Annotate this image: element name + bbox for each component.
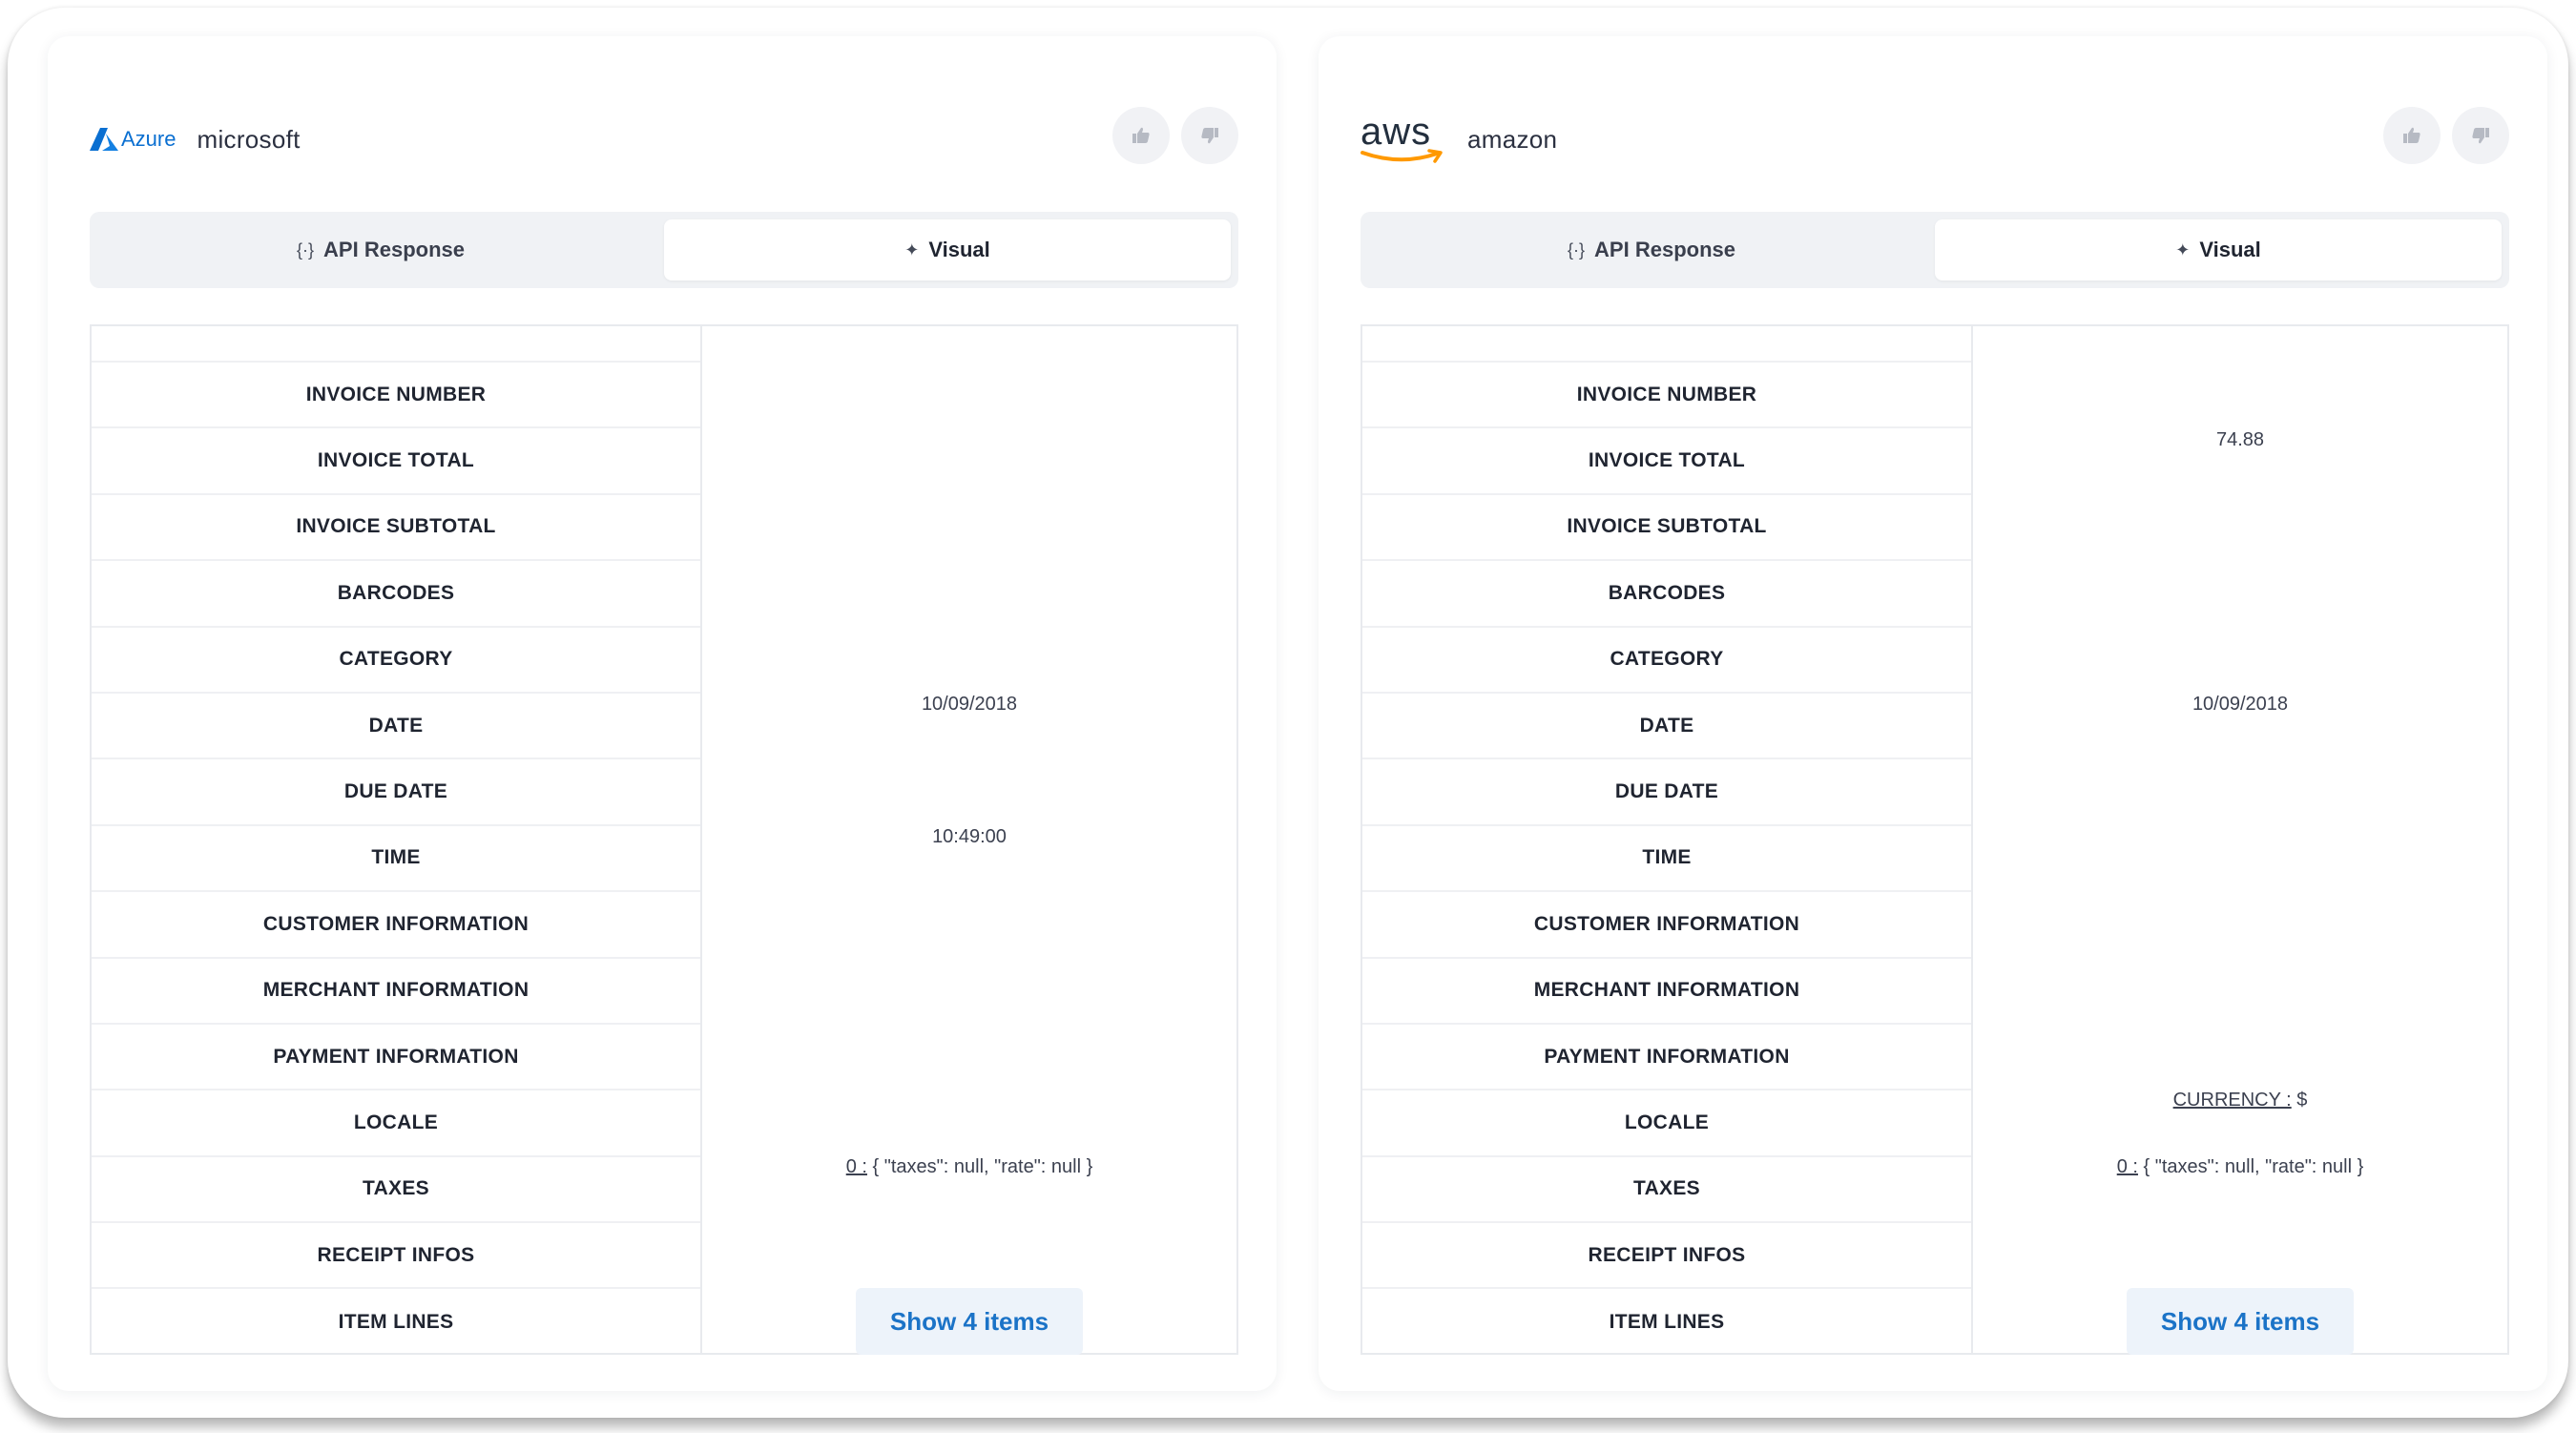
field-time: TIME <box>92 826 700 893</box>
field-taxes: TAXES <box>92 1157 700 1224</box>
tab-label: API Response <box>1594 238 1735 261</box>
field-invoice-number: INVOICE NUMBER <box>92 363 700 429</box>
field-labels: INVOICE NUMBER INVOICE TOTAL INVOICE SUB… <box>1362 326 1973 1353</box>
field-invoice-subtotal: INVOICE SUBTOTAL <box>92 495 700 562</box>
results-table: INVOICE NUMBER INVOICE TOTAL INVOICE SUB… <box>90 324 1238 1355</box>
table-header-spacer <box>1362 326 1971 363</box>
azure-logo-icon <box>90 128 118 151</box>
field-customer-information: CUSTOMER INFORMATION <box>92 892 700 959</box>
field-item-lines: ITEM LINES <box>338 1311 454 1334</box>
field-category: CATEGORY <box>1362 628 1971 694</box>
field-receipt-infos: RECEIPT INFOS <box>1362 1223 1971 1290</box>
field-receipt-infos: RECEIPT INFOS <box>92 1223 700 1290</box>
thumbs-up-icon <box>2403 127 2420 143</box>
field-merchant-information: MERCHANT INFORMATION <box>1362 959 1971 1025</box>
tab-api-response[interactable]: {·} API Response <box>97 219 664 280</box>
show-items-button[interactable]: Show 4 items <box>856 1288 1083 1355</box>
provider-card-amazon: aws amazon {·} API Response ✦ Visual INV… <box>1319 36 2547 1391</box>
field-invoice-number: INVOICE NUMBER <box>1362 363 1971 429</box>
field-payment-information: PAYMENT INFORMATION <box>1362 1025 1971 1091</box>
thumbs-up-button[interactable] <box>1112 107 1170 164</box>
aws-logo: aws <box>1361 111 1446 164</box>
vote-buttons <box>2383 107 2509 164</box>
value-taxes: 0 : { "taxes": null, "rate": null } <box>1973 1156 2507 1178</box>
azure-logo: Azure <box>90 127 176 152</box>
braces-icon: {·} <box>297 239 315 260</box>
taxes-key: 0 : <box>845 1156 867 1177</box>
tab-label: API Response <box>323 238 465 261</box>
thumbs-down-icon <box>1201 128 1218 144</box>
aws-logo-text: aws <box>1361 111 1432 153</box>
field-invoice-total: INVOICE TOTAL <box>1362 428 1971 495</box>
field-locale: LOCALE <box>92 1090 700 1157</box>
thumbs-down-icon <box>2472 128 2489 144</box>
brand: aws amazon <box>1361 111 1558 164</box>
braces-icon: {·} <box>1568 239 1586 260</box>
view-tabs: {·} API Response ✦ Visual <box>1361 212 2509 288</box>
field-barcodes: BARCODES <box>1362 561 1971 628</box>
field-item-lines: ITEM LINES <box>1609 1311 1725 1334</box>
value-locale: CURRENCY : $ <box>1973 1090 2507 1111</box>
field-invoice-total: INVOICE TOTAL <box>92 428 700 495</box>
vote-buttons <box>1112 107 1238 164</box>
field-customer-information: CUSTOMER INFORMATION <box>1362 892 1971 959</box>
field-invoice-subtotal: INVOICE SUBTOTAL <box>1362 495 1971 562</box>
sparkle-icon: ✦ <box>2175 239 2191 260</box>
currency-key: CURRENCY : <box>2172 1090 2292 1111</box>
tab-label: Visual <box>2199 238 2261 261</box>
field-taxes: TAXES <box>1362 1157 1971 1224</box>
thumbs-down-button[interactable] <box>1181 107 1238 164</box>
provider-name: microsoft <box>197 124 301 154</box>
field-time: TIME <box>1362 826 1971 893</box>
provider-card-microsoft: Azure microsoft {·} API Response ✦ Visua… <box>48 36 1277 1391</box>
window-frame: Azure microsoft {·} API Response ✦ Visua… <box>8 8 2568 1418</box>
show-items-button[interactable]: Show 4 items <box>2127 1288 2354 1355</box>
provider-name: amazon <box>1467 124 1558 154</box>
field-payment-information: PAYMENT INFORMATION <box>92 1025 700 1091</box>
field-due-date: DUE DATE <box>92 759 700 826</box>
results-table: INVOICE NUMBER INVOICE TOTAL INVOICE SUB… <box>1361 324 2509 1355</box>
value-time: 10:49:00 <box>932 826 1007 847</box>
aws-smile-icon <box>1361 149 1443 163</box>
view-tabs: {·} API Response ✦ Visual <box>90 212 1238 288</box>
value-taxes: 0 : { "taxes": null, "rate": null } <box>702 1156 1236 1178</box>
tab-visual[interactable]: ✦ Visual <box>664 219 1231 280</box>
field-barcodes: BARCODES <box>92 561 700 628</box>
tab-api-response[interactable]: {·} API Response <box>1368 219 1935 280</box>
card-header: aws amazon <box>1361 74 2509 198</box>
taxes-value: { "taxes": null, "rate": null } <box>872 1156 1093 1177</box>
field-merchant-information: MERCHANT INFORMATION <box>92 959 700 1025</box>
table-header-spacer <box>92 326 700 363</box>
field-due-date: DUE DATE <box>1362 759 1971 826</box>
field-labels: INVOICE NUMBER INVOICE TOTAL INVOICE SUB… <box>92 326 702 1353</box>
tab-visual[interactable]: ✦ Visual <box>1935 219 2502 280</box>
value-invoice-total: 74.88 <box>2215 429 2265 450</box>
field-values: 74.88 10/09/2018 CURRENCY : $ 0 : { "tax… <box>1973 326 2507 1355</box>
azure-logo-text: Azure <box>121 127 177 151</box>
field-values: 10/09/2018 10:49:00 0 : { "taxes": null,… <box>702 326 1236 1355</box>
value-date: 10/09/2018 <box>2192 694 2289 715</box>
brand: Azure microsoft <box>90 116 301 162</box>
sparkle-icon: ✦ <box>904 239 920 260</box>
field-date: DATE <box>1362 694 1971 760</box>
taxes-value: { "taxes": null, "rate": null } <box>2143 1156 2364 1177</box>
field-locale: LOCALE <box>1362 1090 1971 1157</box>
tab-label: Visual <box>928 238 990 261</box>
thumbs-up-icon <box>1132 127 1150 143</box>
thumbs-down-button[interactable] <box>2452 107 2509 164</box>
field-date: DATE <box>92 694 700 760</box>
value-date: 10/09/2018 <box>921 694 1018 715</box>
taxes-key: 0 : <box>2116 1156 2138 1177</box>
field-category: CATEGORY <box>92 628 700 694</box>
card-header: Azure microsoft <box>90 74 1238 198</box>
currency-value: $ <box>2296 1090 2308 1111</box>
thumbs-up-button[interactable] <box>2383 107 2441 164</box>
